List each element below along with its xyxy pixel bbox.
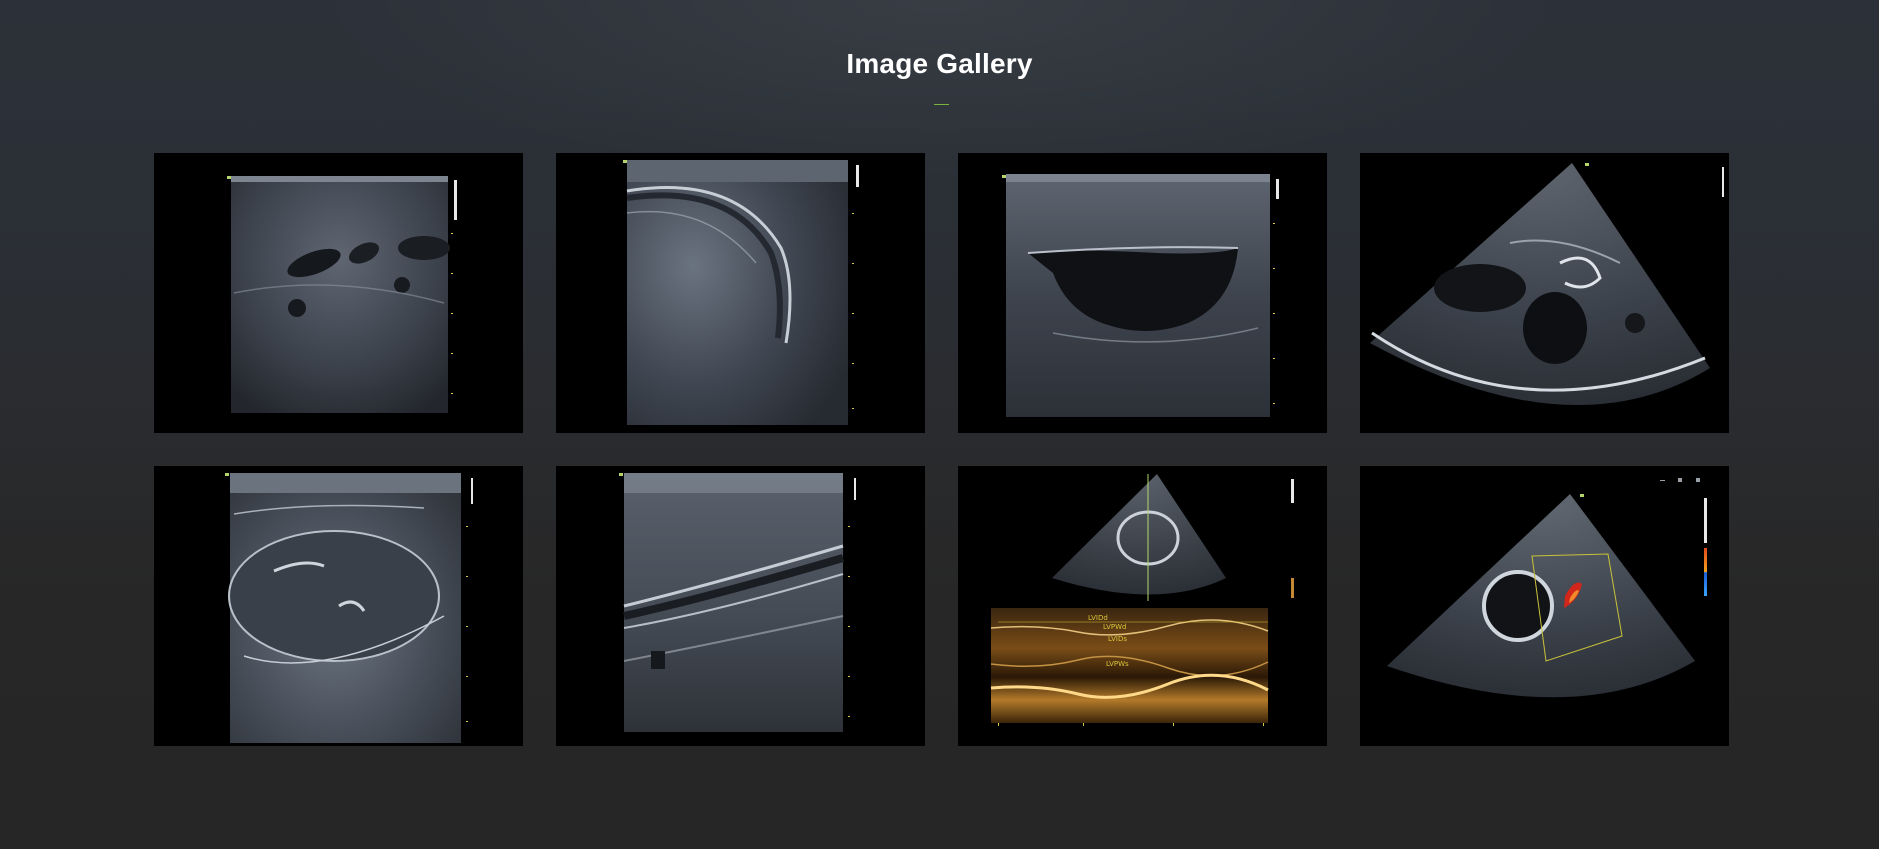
mmode-label-lvids: LVIDs <box>1108 635 1127 643</box>
gallery-tile-1[interactable] <box>154 153 523 433</box>
kidney-ultrasound-icon <box>225 473 473 743</box>
gallery-tile-6[interactable] <box>556 466 925 746</box>
gallery-tile-8[interactable] <box>1360 466 1729 746</box>
gallery-tile-2[interactable] <box>556 153 925 433</box>
cyst-ultrasound-icon <box>1002 174 1279 417</box>
vascular-ultrasound-icon <box>619 473 856 732</box>
gallery-tile-3[interactable] <box>958 153 1327 433</box>
gallery-tile-4[interactable] <box>1360 153 1729 433</box>
gallery-tile-7[interactable]: LVIDd LVPWd LVIDs LVPWs <box>958 466 1327 746</box>
title-underline <box>934 104 949 105</box>
mmode-label-lvidd: LVIDd <box>1088 614 1108 622</box>
mmode-label-lvpws: LVPWs <box>1106 660 1129 668</box>
liver-ultrasound-icon <box>623 160 859 425</box>
cardiac-sector-ultrasound-icon <box>1370 163 1724 406</box>
m-mode-cardiac-ultrasound-icon: LVIDd LVPWd LVIDs LVPWs <box>990 474 1294 726</box>
mmode-label-lvpwd: LVPWd <box>1103 623 1127 631</box>
gallery-tile-5[interactable] <box>154 466 523 746</box>
image-grid: LVIDd LVPWd LVIDs LVPWs <box>154 153 1729 746</box>
color-doppler-cardiac-ultrasound-icon <box>1387 478 1707 698</box>
page-title: Image Gallery <box>846 48 1033 79</box>
abdominal-ultrasound-icon <box>227 176 457 413</box>
